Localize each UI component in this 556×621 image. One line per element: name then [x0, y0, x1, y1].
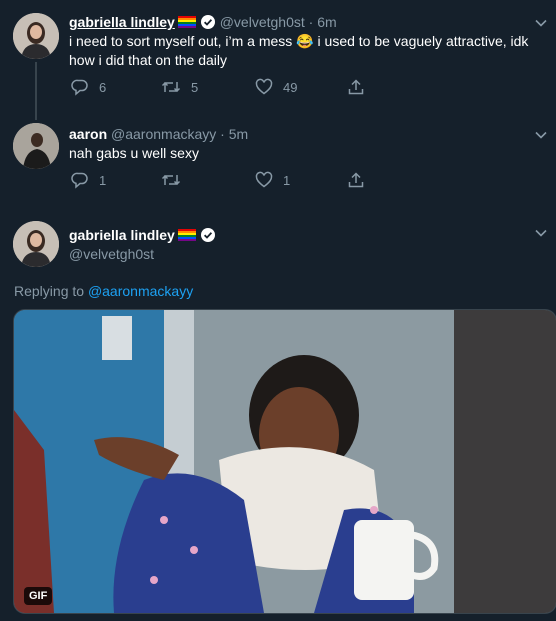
verified-badge-icon — [200, 227, 216, 246]
tweet-header: gabriella lindley — [69, 227, 216, 246]
share-icon — [348, 79, 364, 95]
reply-icon — [71, 172, 88, 189]
display-name[interactable]: gabriella lindley — [69, 14, 175, 30]
action-bar: 1 1 — [69, 171, 489, 191]
tweet-1[interactable]: gabriella lindley @velvetgh0st · 6m i ne… — [0, 0, 556, 120]
reply-count: 1 — [99, 172, 107, 188]
tweet-text: i need to sort myself out, i’m a mess 😂 … — [69, 32, 539, 70]
reply-button[interactable]: 1 — [71, 171, 106, 189]
avatar[interactable] — [13, 13, 59, 59]
separator-dot: · — [220, 126, 225, 142]
avatar[interactable] — [13, 123, 59, 169]
verified-badge-icon — [200, 14, 216, 33]
replying-to-link[interactable]: @aaronmackayy — [88, 283, 193, 299]
replying-to-prefix: Replying to — [14, 283, 85, 299]
timestamp[interactable]: 6m — [317, 14, 336, 30]
like-button[interactable]: 1 — [255, 171, 290, 189]
tweet-header: aaron @aaronmackayy · 5m — [69, 126, 248, 142]
gif-badge: GIF — [24, 587, 53, 605]
tweet-text: nah gabs u well sexy — [69, 145, 199, 161]
tweet-text-part: i need to sort myself out, i’m a mess — [69, 33, 297, 49]
separator-dot: · — [308, 14, 314, 30]
chevron-down-icon[interactable] — [534, 128, 548, 142]
action-bar: 6 5 49 — [69, 78, 489, 98]
user-handle[interactable]: @velvetgh0st — [69, 246, 154, 262]
timestamp[interactable]: 5m — [229, 126, 248, 142]
chevron-down-icon[interactable] — [534, 16, 548, 30]
display-name[interactable]: gabriella lindley — [69, 227, 175, 243]
retweet-button[interactable] — [161, 171, 191, 189]
gif-media[interactable]: GIF — [13, 309, 556, 614]
tweet-header: gabriella lindley @velvetgh0st · 6m — [69, 14, 337, 33]
retweet-icon — [161, 81, 181, 93]
replying-to: Replying to @aaronmackayy — [14, 283, 193, 299]
chevron-down-icon[interactable] — [534, 226, 548, 240]
rainbow-flag-icon — [177, 16, 196, 28]
heart-icon — [255, 78, 273, 95]
reply-count: 6 — [99, 79, 107, 95]
like-count: 1 — [283, 172, 291, 188]
like-count: 49 — [283, 79, 298, 95]
user-handle[interactable]: @aaronmackayy — [111, 126, 216, 142]
avatar[interactable] — [13, 221, 59, 267]
display-name[interactable]: aaron — [69, 126, 107, 142]
reply-icon — [71, 79, 88, 96]
gif-image — [14, 310, 556, 613]
user-handle[interactable]: @velvetgh0st — [220, 14, 305, 30]
reply-button[interactable]: 6 — [71, 78, 106, 96]
tweet-header-handle: @velvetgh0st — [69, 246, 154, 262]
like-button[interactable]: 49 — [255, 78, 297, 96]
retweet-count: 5 — [191, 79, 199, 95]
retweet-button[interactable]: 5 — [161, 78, 198, 96]
share-button[interactable] — [347, 78, 375, 96]
heart-icon — [255, 171, 273, 188]
share-icon — [348, 172, 364, 188]
retweet-icon — [161, 174, 181, 186]
laughing-emoji: 😂 — [296, 33, 314, 49]
tweet-2[interactable]: aaron @aaronmackayy · 5m nah gabs u well… — [0, 112, 556, 206]
share-button[interactable] — [347, 171, 375, 189]
rainbow-flag-icon — [177, 229, 196, 241]
